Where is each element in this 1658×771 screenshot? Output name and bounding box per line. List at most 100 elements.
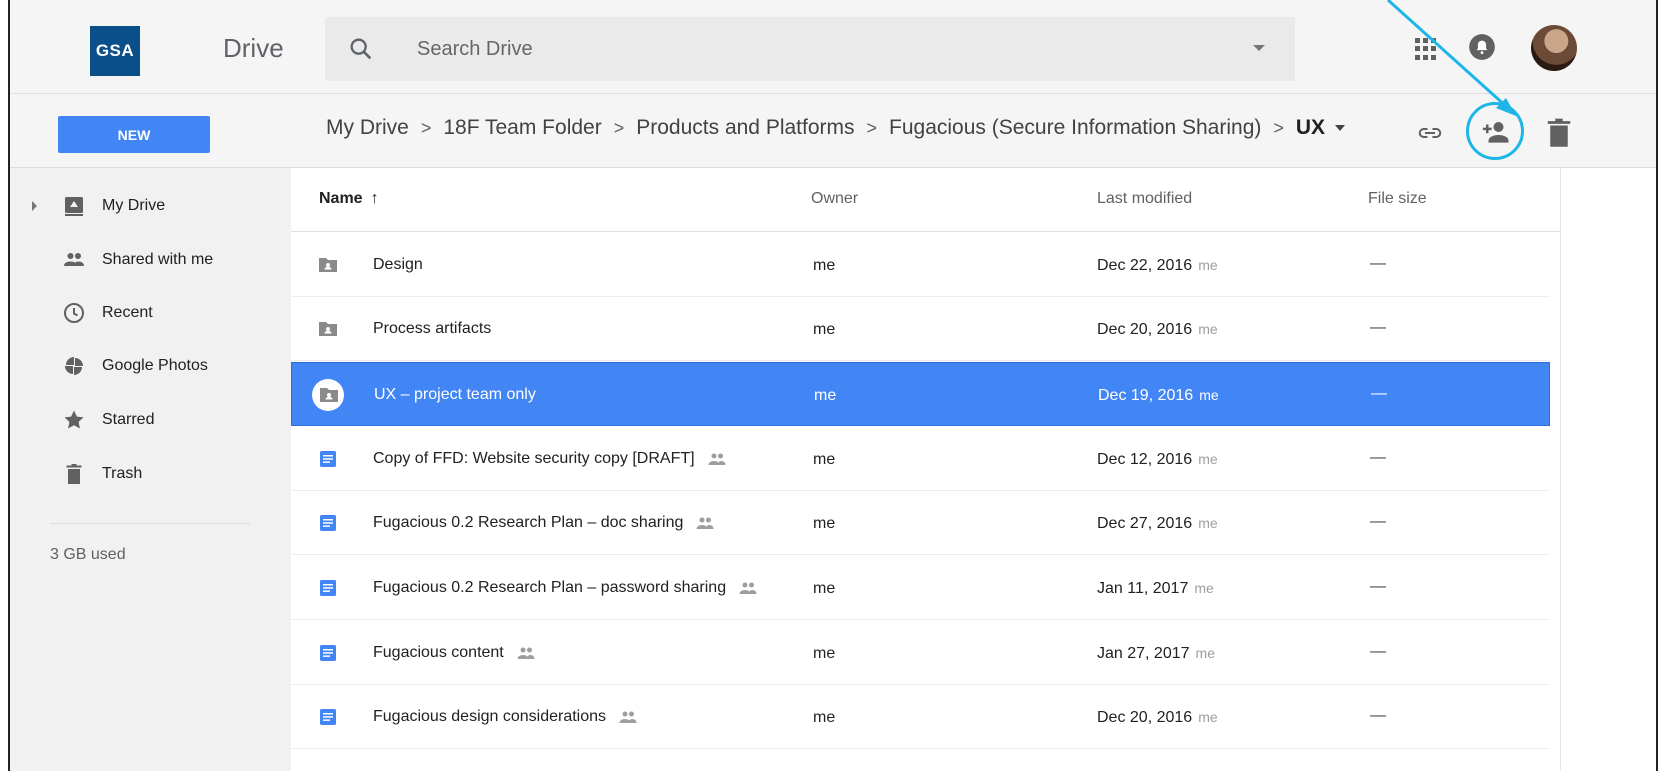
google-doc-icon [320,645,336,661]
people-icon [64,253,84,266]
file-modified: Dec 27, 2016 me [1097,515,1218,533]
file-name-text: Fugacious 0.2 Research Plan – doc sharin… [373,514,684,531]
get-link-icon[interactable] [1415,118,1445,148]
modified-by: me [1198,515,1218,531]
column-header-owner[interactable]: Owner [811,190,858,208]
file-name: UX – project team only [374,386,536,404]
file-modified: Jan 11, 2017 me [1097,580,1214,598]
file-owner: me [813,645,836,662]
sidebar-item-label: Trash [102,465,143,482]
file-name: Fugacious 0.2 Research Plan – password s… [373,579,758,597]
modified-by: me [1198,257,1218,273]
file-size: — [1370,319,1386,336]
file-owner: me [814,387,837,404]
shared-people-icon [517,647,535,659]
breadcrumb-current-folder[interactable]: UX [1295,116,1346,140]
file-name: Process artifacts [373,320,491,338]
google-doc-icon [320,580,336,596]
table-row[interactable]: Fugacious 0.2 Research Plan – password s… [291,556,1550,620]
file-modified: Dec 12, 2016 me [1097,451,1218,469]
file-name-text: Fugacious design considerations [373,708,607,725]
modified-date: Dec 20, 2016 [1097,709,1193,726]
sidebar-item-label: Recent [102,304,153,321]
shared-people-icon [619,711,637,723]
sidebar-item-label: Google Photos [102,357,208,374]
share-button[interactable] [1466,102,1524,160]
modified-by: me [1198,451,1218,467]
file-size: — [1370,578,1386,595]
sidebar-item-google-photos[interactable]: Google Photos [10,346,291,386]
file-owner: me [813,709,836,726]
account-avatar[interactable] [1531,25,1577,71]
storage-usage[interactable]: 3 GB used [50,546,126,564]
file-owner: me [813,321,836,338]
sidebar-item-trash[interactable]: Trash [10,454,291,494]
file-size: — [1370,513,1386,530]
file-size: — [1370,643,1386,660]
table-row[interactable]: Fugacious 0.2 Research Plan – doc sharin… [291,491,1550,555]
remove-trash-icon[interactable] [1546,118,1572,148]
sidebar-item-my-drive[interactable]: My Drive [10,186,291,226]
sidebar-item-label: My Drive [102,197,166,214]
column-header-last-modified[interactable]: Last modified [1097,190,1192,208]
table-row[interactable]: Fugacious design considerations me Dec 2… [291,685,1550,749]
file-name-text: Fugacious content [373,644,504,661]
table-row[interactable]: Process artifacts me Dec 20, 2016 me — [291,297,1550,361]
sidebar-item-label: Starred [102,411,155,428]
file-modified: Jan 27, 2017 me [1097,645,1215,663]
breadcrumb-team-folder[interactable]: 18F Team Folder [443,116,601,140]
modified-date: Dec 20, 2016 [1097,321,1193,338]
gsa-logo[interactable]: GSA [90,26,140,76]
sidebar-divider [50,523,250,524]
shared-people-icon [708,453,726,465]
file-name-text: Design [373,256,423,273]
modified-by: me [1194,580,1214,596]
table-row[interactable]: Fugacious content me Jan 27, 2017 me — [291,621,1550,685]
sidebar-item-recent[interactable]: Recent [10,293,291,333]
file-modified: Dec 20, 2016 me [1097,709,1218,727]
folder-menu-caret-icon[interactable] [1335,125,1346,132]
search-options-dropdown-icon[interactable] [1253,45,1265,51]
sidebar: My Drive Shared with me Recent Google Ph… [10,168,291,771]
scrollbar-track[interactable] [1560,168,1570,771]
sidebar-item-shared-with-me[interactable]: Shared with me [10,240,291,280]
breadcrumb-products[interactable]: Products and Platforms [636,116,854,140]
google-doc-icon [320,515,336,531]
table-row-selected[interactable]: UX – project team only me Dec 19, 2016 me… [291,362,1550,426]
add-person-icon [1482,122,1509,143]
search-bar[interactable] [325,17,1295,81]
breadcrumb-separator: > [1273,117,1284,138]
new-button[interactable]: NEW [58,116,210,153]
breadcrumb-separator: > [613,117,625,138]
table-row[interactable]: Copy of FFD: Website security copy [DRAF… [291,427,1550,491]
table-row[interactable]: Design me Dec 22, 2016 me — [291,233,1550,297]
trash-icon [66,464,82,484]
sidebar-item-starred[interactable]: Starred [10,400,291,440]
breadcrumb-fugacious[interactable]: Fugacious (Secure Information Sharing) [889,116,1261,140]
file-size: — [1370,707,1386,724]
modified-date: Dec 27, 2016 [1097,515,1193,532]
star-icon [64,410,84,429]
search-input[interactable] [417,35,1217,63]
notifications-bell-icon[interactable] [1468,33,1496,61]
column-header-file-size[interactable]: File size [1368,190,1427,208]
current-folder-label: UX [1295,116,1326,139]
shared-people-icon [696,517,714,529]
file-name-text: Process artifacts [373,320,492,337]
my-drive-icon [65,197,83,216]
expand-caret-icon[interactable] [32,201,37,211]
modified-date: Jan 27, 2017 [1097,645,1190,662]
modified-date: Dec 12, 2016 [1097,451,1193,468]
file-modified: Dec 19, 2016 me [1098,387,1219,405]
sort-ascending-icon[interactable]: ↑ [371,190,379,207]
apps-grid-icon[interactable] [1415,38,1437,60]
column-header-name[interactable]: Name ↑ [319,190,379,208]
breadcrumb-my-drive[interactable]: My Drive [326,116,409,140]
modified-date: Jan 11, 2017 [1097,580,1189,597]
google-doc-icon [320,709,336,725]
search-icon[interactable] [347,35,375,63]
app-title[interactable]: Drive [223,33,284,64]
modified-date: Dec 22, 2016 [1097,257,1193,274]
modified-date: Dec 19, 2016 [1098,387,1194,404]
file-owner: me [813,580,836,597]
